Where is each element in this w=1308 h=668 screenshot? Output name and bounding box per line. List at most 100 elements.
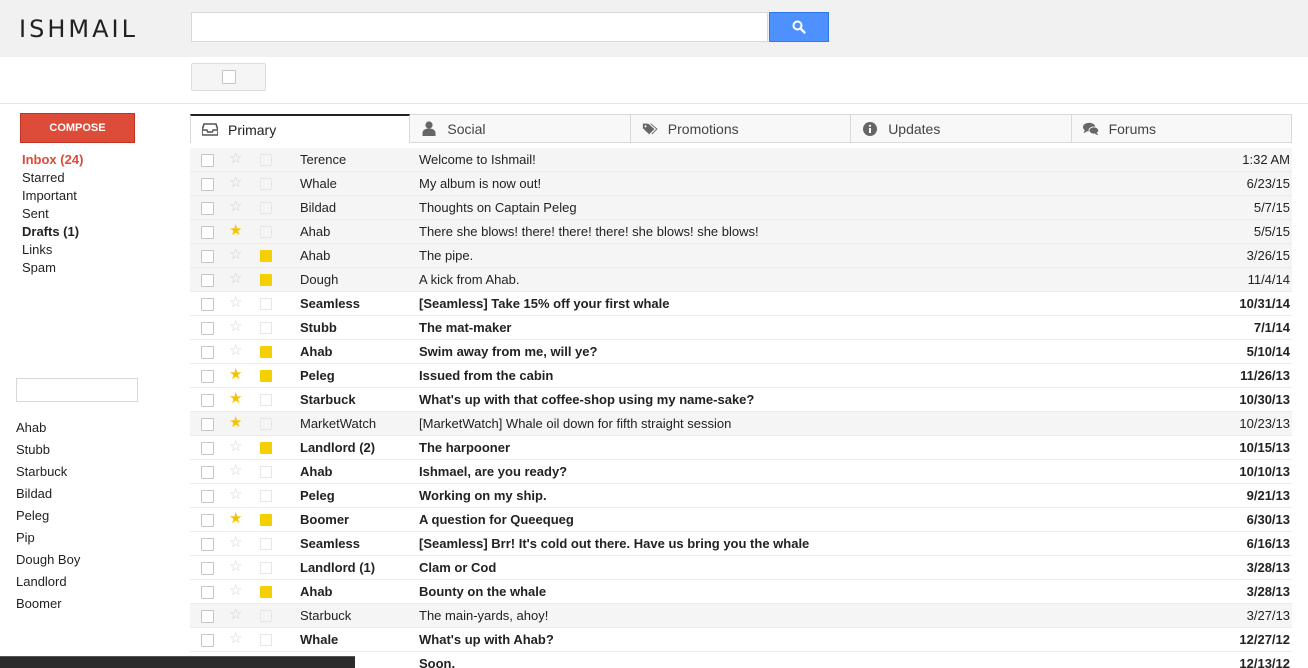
important-marker-icon[interactable]	[260, 442, 272, 454]
star-icon[interactable]: ☆	[229, 175, 242, 191]
folder-item[interactable]: Starred	[22, 169, 83, 187]
star-icon[interactable]: ★	[229, 367, 242, 383]
message-row[interactable]: ☆ Dough A kick from Ahab. 11/4/14	[190, 268, 1292, 292]
message-row[interactable]: ☆ Ahab Bounty on the whale 3/28/13	[190, 580, 1292, 604]
message-row[interactable]: ☆ Seamless [Seamless] Take 15% off your fi…	[190, 292, 1292, 316]
message-row[interactable]: ☆ Whale What's up with Ahab? 12/27/12	[190, 628, 1292, 652]
important-marker-icon[interactable]	[260, 250, 272, 262]
star-icon[interactable]: ☆	[229, 295, 242, 311]
star-icon[interactable]: ★	[229, 391, 242, 407]
star-icon[interactable]: ☆	[229, 247, 242, 263]
important-marker-icon[interactable]	[260, 226, 272, 238]
message-row[interactable]: ☆ Ahab Ishmael, are you ready? 10/10/13	[190, 460, 1292, 484]
row-checkbox[interactable]	[201, 634, 214, 647]
star-icon[interactable]: ☆	[229, 439, 242, 455]
star-icon[interactable]: ☆	[229, 343, 242, 359]
message-row[interactable]: ★ Peleg Issued from the cabin 11/26/13	[190, 364, 1292, 388]
star-icon[interactable]: ★	[229, 223, 242, 239]
contact-search-input[interactable]	[16, 378, 138, 402]
folder-item[interactable]: Drafts (1)	[22, 223, 83, 241]
select-all-button[interactable]	[191, 63, 266, 91]
star-icon[interactable]: ★	[229, 511, 242, 527]
row-checkbox[interactable]	[201, 250, 214, 263]
star-icon[interactable]: ☆	[229, 199, 242, 215]
contact-item[interactable]: Peleg	[16, 507, 80, 529]
tab-social[interactable]: Social	[410, 114, 631, 143]
important-marker-icon[interactable]	[260, 154, 272, 166]
folder-item[interactable]: Sent	[22, 205, 83, 223]
important-marker-icon[interactable]	[260, 514, 272, 526]
important-marker-icon[interactable]	[260, 202, 272, 214]
checkbox-icon[interactable]	[222, 70, 236, 84]
tab-forums[interactable]: Forums	[1071, 114, 1292, 143]
message-row[interactable]: ☆ Whale My album is now out! 6/23/15	[190, 172, 1292, 196]
message-row[interactable]: ★AhabSoon.12/13/12	[190, 652, 1292, 668]
contact-item[interactable]: Stubb	[16, 441, 80, 463]
row-checkbox[interactable]	[201, 442, 214, 455]
row-checkbox[interactable]	[201, 490, 214, 503]
star-icon[interactable]: ☆	[229, 271, 242, 287]
important-marker-icon[interactable]	[260, 538, 272, 550]
contact-item[interactable]: Bildad	[16, 485, 80, 507]
star-icon[interactable]: ☆	[229, 631, 242, 647]
star-icon[interactable]: ☆	[229, 151, 242, 167]
folder-item[interactable]: Important	[22, 187, 83, 205]
row-checkbox[interactable]	[201, 514, 214, 527]
message-row[interactable]: ☆ Ahab Swim away from me, will ye? 5/10/14	[190, 340, 1292, 364]
important-marker-icon[interactable]	[260, 466, 272, 478]
message-row[interactable]: ☆ Ahab The pipe. 3/26/15	[190, 244, 1292, 268]
row-checkbox[interactable]	[201, 322, 214, 335]
row-checkbox[interactable]	[201, 418, 214, 431]
search-input[interactable]	[191, 12, 768, 42]
row-checkbox[interactable]	[201, 466, 214, 479]
star-icon[interactable]: ☆	[229, 607, 242, 623]
message-row[interactable]: ★ Boomer A question for Queequeg 6/30/13	[190, 508, 1292, 532]
folder-item[interactable]: Links	[22, 241, 83, 259]
star-icon[interactable]: ☆	[229, 463, 242, 479]
row-checkbox[interactable]	[201, 226, 214, 239]
row-checkbox[interactable]	[201, 274, 214, 287]
message-row[interactable]: ☆ Bildad Thoughts on Captain Peleg 5/7/15	[190, 196, 1292, 220]
row-checkbox[interactable]	[201, 586, 214, 599]
star-icon[interactable]: ☆	[229, 559, 242, 575]
row-checkbox[interactable]	[201, 202, 214, 215]
tab-promotions[interactable]: Promotions	[630, 114, 852, 143]
important-marker-icon[interactable]	[260, 394, 272, 406]
folder-item[interactable]: Inbox (24)	[22, 151, 83, 169]
important-marker-icon[interactable]	[260, 178, 272, 190]
message-row[interactable]: ☆ Terence Welcome to Ishmail! 1:32 AM	[190, 148, 1292, 172]
compose-button[interactable]: COMPOSE	[20, 113, 135, 143]
important-marker-icon[interactable]	[260, 610, 272, 622]
important-marker-icon[interactable]	[260, 370, 272, 382]
important-marker-icon[interactable]	[260, 274, 272, 286]
search-button[interactable]	[769, 12, 829, 42]
contact-item[interactable]: Dough Boy	[16, 551, 80, 573]
row-checkbox[interactable]	[201, 346, 214, 359]
important-marker-icon[interactable]	[260, 346, 272, 358]
row-checkbox[interactable]	[201, 538, 214, 551]
star-icon[interactable]: ☆	[229, 535, 242, 551]
important-marker-icon[interactable]	[260, 298, 272, 310]
tab-updates[interactable]: Updates	[851, 114, 1072, 143]
row-checkbox[interactable]	[201, 562, 214, 575]
message-row[interactable]: ☆ Landlord (2) The harpooner 10/15/13	[190, 436, 1292, 460]
important-marker-icon[interactable]	[260, 586, 272, 598]
star-icon[interactable]: ★	[229, 415, 242, 431]
row-checkbox[interactable]	[201, 394, 214, 407]
message-row[interactable]: ☆ Starbuck The main-yards, ahoy! 3/27/13	[190, 604, 1292, 628]
contact-item[interactable]: Boomer	[16, 595, 80, 617]
row-checkbox[interactable]	[201, 370, 214, 383]
message-row[interactable]: ★ Ahab There she blows! there! there! ther…	[190, 220, 1292, 244]
row-checkbox[interactable]	[201, 610, 214, 623]
message-row[interactable]: ☆ Seamless [Seamless] Brr! It's cold out t…	[190, 532, 1292, 556]
star-icon[interactable]: ☆	[229, 487, 242, 503]
row-checkbox[interactable]	[201, 154, 214, 167]
important-marker-icon[interactable]	[260, 490, 272, 502]
message-row[interactable]: ☆ Peleg Working on my ship. 9/21/13	[190, 484, 1292, 508]
contact-item[interactable]: Pip	[16, 529, 80, 551]
app-logo[interactable]: ISHMAIL	[19, 15, 138, 43]
contact-item[interactable]: Landlord	[16, 573, 80, 595]
important-marker-icon[interactable]	[260, 634, 272, 646]
message-row[interactable]: ☆ Stubb The mat-maker 7/1/14	[190, 316, 1292, 340]
row-checkbox[interactable]	[201, 298, 214, 311]
